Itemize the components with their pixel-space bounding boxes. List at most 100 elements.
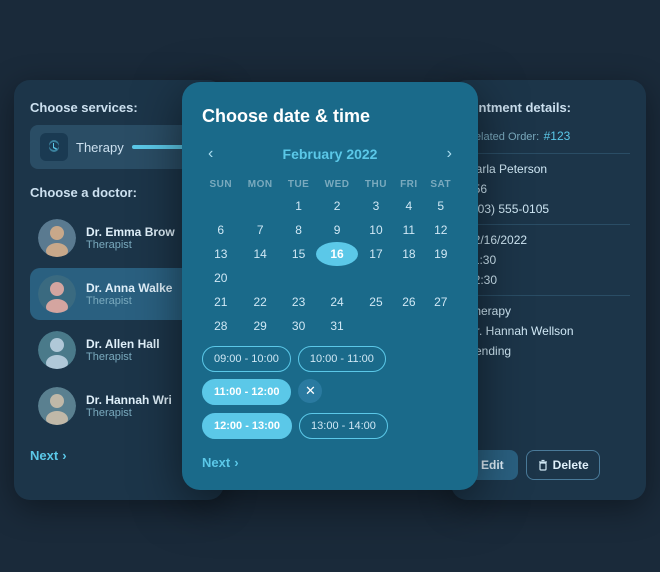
apt-title: ointment details:: [467, 100, 630, 115]
doctor-1-name: Dr. Emma Brow: [86, 225, 175, 239]
cal-day[interactable]: 4: [394, 194, 423, 218]
cal-day[interactable]: 15: [281, 242, 317, 266]
cal-day[interactable]: 22: [240, 290, 281, 314]
doctor-4-role: Therapist: [86, 407, 172, 419]
cal-day[interactable]: [394, 266, 423, 290]
cal-day[interactable]: [358, 266, 395, 290]
date-time-modal: Choose date & time ‹ February 2022 › SUN…: [182, 82, 478, 490]
prev-month-button[interactable]: ‹: [202, 145, 219, 163]
cal-day[interactable]: 1: [281, 194, 317, 218]
col-tue: TUE: [281, 175, 317, 194]
cal-day[interactable]: 5: [423, 194, 458, 218]
doctor-4-info: Dr. Hannah Wri Therapist: [86, 393, 172, 419]
doctor-1-info: Dr. Emma Brow Therapist: [86, 225, 175, 251]
cal-day[interactable]: 24: [316, 290, 357, 314]
cal-day[interactable]: 19: [423, 242, 458, 266]
cal-day[interactable]: 26: [394, 290, 423, 314]
avatar-3: [38, 331, 76, 369]
divider-1: [467, 153, 630, 154]
time-slot-4[interactable]: 12:00 - 13:00: [202, 413, 292, 439]
cal-day[interactable]: 29: [240, 314, 281, 338]
date-row: 02/16/2022: [467, 233, 630, 247]
cal-day[interactable]: 10: [358, 218, 395, 242]
right-panel: ointment details: Related Order: #123 Da…: [451, 80, 646, 500]
close-time-button[interactable]: ✕: [298, 379, 322, 403]
calendar-nav: ‹ February 2022 ›: [202, 145, 458, 163]
modal-title: Choose date & time: [202, 106, 458, 127]
related-order-value[interactable]: #123: [544, 129, 571, 143]
next-arrow-icon: ›: [234, 455, 238, 470]
doctor-2-info: Dr. Anna Walke Therapist: [86, 281, 172, 307]
cal-day[interactable]: 6: [202, 218, 240, 242]
patient-id: 156: [467, 182, 630, 196]
week-5: 28 29 30 31: [202, 314, 458, 338]
patient-name: Darla Peterson: [467, 162, 630, 176]
cal-day[interactable]: 3: [358, 194, 395, 218]
phone-row: (303) 555-0105: [467, 202, 630, 216]
cal-day[interactable]: 18: [394, 242, 423, 266]
cal-day[interactable]: [423, 266, 458, 290]
time-slot-5[interactable]: 13:00 - 14:00: [299, 413, 388, 439]
cal-day[interactable]: [316, 266, 357, 290]
apt-service: Therapy: [467, 304, 630, 318]
week-2: 6 7 8 9 10 11 12: [202, 218, 458, 242]
cal-day[interactable]: [202, 194, 240, 218]
related-order-row: Related Order: #123: [467, 127, 630, 145]
doctor-4-name: Dr. Hannah Wri: [86, 393, 172, 407]
cal-day[interactable]: 28: [202, 314, 240, 338]
cal-day[interactable]: 7: [240, 218, 281, 242]
time-slot-3[interactable]: 11:00 - 12:00: [202, 379, 291, 405]
cal-day[interactable]: 12: [423, 218, 458, 242]
service-row: Therapy: [467, 304, 630, 318]
time-start: 11:30: [467, 253, 630, 267]
delete-button[interactable]: Delete: [526, 450, 600, 480]
apt-actions: Edit Delete: [467, 450, 600, 480]
cal-day[interactable]: 2: [316, 194, 357, 218]
cal-day: [394, 314, 423, 338]
trash-icon: [537, 459, 549, 471]
cal-day[interactable]: 20: [202, 266, 240, 290]
cal-day[interactable]: 8: [281, 218, 317, 242]
doctor-3-name: Dr. Allen Hall: [86, 337, 160, 351]
doctor-2-name: Dr. Anna Walke: [86, 281, 172, 295]
divider-3: [467, 295, 630, 296]
cal-day[interactable]: 25: [358, 290, 395, 314]
modal-next-button[interactable]: Next ›: [202, 455, 458, 470]
doctor-row: Dr. Hannah Wellson: [467, 324, 630, 338]
cal-day-selected[interactable]: 16: [316, 242, 357, 266]
time-slots-row-1: 09:00 - 10:00 10:00 - 11:00 11:00 - 12:0…: [202, 346, 458, 405]
divider-2: [467, 224, 630, 225]
time-end: 12:30: [467, 273, 630, 287]
cal-day[interactable]: 31: [316, 314, 357, 338]
cal-day: [358, 314, 395, 338]
col-fri: FRI: [394, 175, 423, 194]
time-slot-2[interactable]: 10:00 - 11:00: [298, 346, 386, 372]
time-start-row: 11:30: [467, 253, 630, 267]
avatar-1: [38, 219, 76, 257]
week-4: 21 22 23 24 25 26 27: [202, 290, 458, 314]
cal-day[interactable]: 11: [394, 218, 423, 242]
cal-day[interactable]: 23: [281, 290, 317, 314]
next-month-button[interactable]: ›: [441, 145, 458, 163]
time-end-row: 12:30: [467, 273, 630, 287]
calendar-grid: SUN MON TUE WED THU FRI SAT 1 2 3 4 5 6: [202, 175, 458, 338]
cal-day[interactable]: 21: [202, 290, 240, 314]
cal-day[interactable]: 13: [202, 242, 240, 266]
col-thu: THU: [358, 175, 395, 194]
avatar-2: [38, 275, 76, 313]
avatar-4: [38, 387, 76, 425]
patient-name-row: Darla Peterson: [467, 162, 630, 176]
status-row: Pending: [467, 344, 630, 358]
cal-day[interactable]: [240, 194, 281, 218]
cal-day[interactable]: 27: [423, 290, 458, 314]
cal-day[interactable]: 14: [240, 242, 281, 266]
cal-day[interactable]: 9: [316, 218, 357, 242]
month-label: February 2022: [283, 146, 378, 162]
time-slot-1[interactable]: 09:00 - 10:00: [202, 346, 291, 372]
cal-day[interactable]: [240, 266, 281, 290]
cal-day[interactable]: 30: [281, 314, 317, 338]
week-1: 1 2 3 4 5: [202, 194, 458, 218]
week-3: 13 14 15 16 17 18 19: [202, 242, 458, 266]
cal-day[interactable]: 17: [358, 242, 395, 266]
cal-day[interactable]: [281, 266, 317, 290]
